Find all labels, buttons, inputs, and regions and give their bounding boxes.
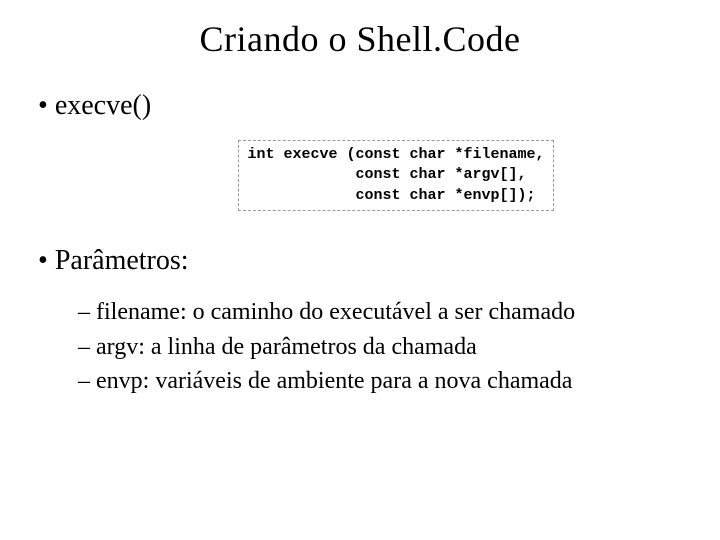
code-signature: int execve (const char *filename, const … — [238, 140, 553, 211]
param-filename: filename: o caminho do executável a ser … — [78, 295, 690, 330]
slide-container: Criando o Shell.Code execve() int execve… — [0, 0, 720, 540]
bullet-parametros: Parâmetros: — [30, 245, 690, 277]
param-argv: argv: a linha de parâmetros da chamada — [78, 330, 690, 365]
param-envp: envp: variáveis de ambiente para a nova … — [78, 364, 690, 399]
page-title: Criando o Shell.Code — [30, 18, 690, 60]
param-list: filename: o caminho do executável a ser … — [30, 295, 690, 399]
bullet-execve: execve() — [30, 90, 690, 122]
